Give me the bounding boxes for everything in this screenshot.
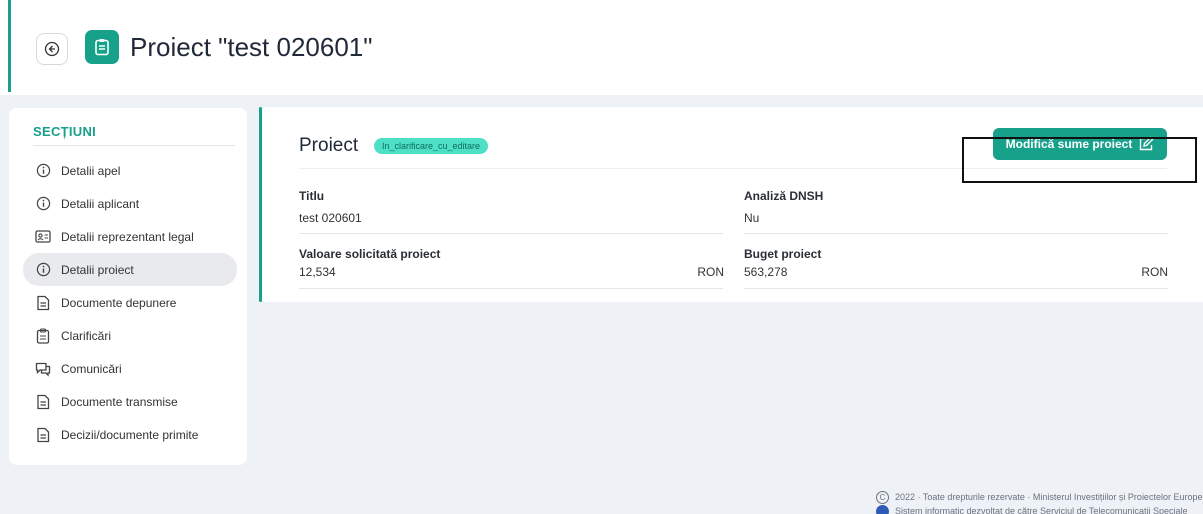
project-card: Proiect In_clarificare_cu_editare Modifi… xyxy=(259,107,1203,302)
info-circle-icon xyxy=(35,163,51,179)
footer-credit: Sistem informatic dezvoltat de către Ser… xyxy=(895,506,1188,514)
page-footer: C 2022 · Toate drepturile rezervate · Mi… xyxy=(876,490,1203,514)
sidebar-item-label: Documente transmise xyxy=(61,394,178,409)
clipboard-icon xyxy=(85,30,119,64)
buget-value: 563,278 xyxy=(744,265,788,279)
field-divider xyxy=(744,288,1168,289)
sidebar-heading: SECȚIUNI xyxy=(33,124,97,139)
titlu-label: Titlu xyxy=(299,189,325,203)
sidebar-item-label: Detalii reprezentant legal xyxy=(61,229,194,244)
page-title: Proiect "test 020601" xyxy=(130,32,373,62)
sidebar-item-detalii-proiect[interactable]: Detalii proiect xyxy=(23,253,237,286)
sidebar-item-label: Detalii apel xyxy=(61,163,121,178)
sidebar-item-detalii-aplicant[interactable]: Detalii aplicant xyxy=(23,187,237,220)
sidebar-item-label: Comunicări xyxy=(61,361,122,376)
footer-copyright: 2022 · Toate drepturile rezervate · Mini… xyxy=(895,492,1203,502)
sidebar-item-label: Clarificări xyxy=(61,328,112,343)
valoare-label: Valoare solicitată proiect xyxy=(299,247,441,261)
sts-logo-icon xyxy=(876,504,889,514)
valoare-value: 12,534 xyxy=(299,265,336,279)
card-accent-bar xyxy=(259,107,262,302)
sidebar-nav: Detalii apel Detalii aplicant Detalii re… xyxy=(23,154,237,451)
card-title: Proiect xyxy=(299,135,359,156)
sidebar-divider xyxy=(33,145,235,146)
chat-icon xyxy=(35,361,51,377)
titlu-value: test 020601 xyxy=(299,211,362,225)
sidebar-item-label: Decizii/documente primite xyxy=(61,427,199,442)
copyright-icon: C xyxy=(876,490,889,504)
sidebar-item-comunicari[interactable]: Comunicări xyxy=(23,352,237,385)
sections-sidebar: SECȚIUNI Detalii apel Detalii aplicant D… xyxy=(9,108,247,465)
sidebar-item-detalii-apel[interactable]: Detalii apel xyxy=(23,154,237,187)
sidebar-item-label: Documente depunere xyxy=(61,295,177,310)
document-icon xyxy=(35,295,51,311)
info-circle-icon xyxy=(35,196,51,212)
document-icon xyxy=(35,427,51,443)
info-circle-icon xyxy=(35,262,51,278)
header-accent-bar xyxy=(8,0,11,92)
document-icon xyxy=(35,394,51,410)
back-button[interactable] xyxy=(36,33,68,65)
dnsh-label: Analiză DNSH xyxy=(744,189,824,203)
field-divider xyxy=(299,288,723,289)
sidebar-item-documente-transmise[interactable]: Documente transmise xyxy=(23,385,237,418)
valoare-unit: RON xyxy=(697,265,724,279)
status-badge: In_clarificare_cu_editare xyxy=(374,138,489,154)
buget-label: Buget proiect xyxy=(744,247,822,261)
sidebar-item-decizii-documente-primite[interactable]: Decizii/documente primite xyxy=(23,418,237,451)
dnsh-value: Nu xyxy=(744,211,760,225)
sidebar-item-detalii-reprezentant-legal[interactable]: Detalii reprezentant legal xyxy=(23,220,237,253)
sidebar-item-documente-depunere[interactable]: Documente depunere xyxy=(23,286,237,319)
clipboard-icon xyxy=(35,327,51,344)
field-divider xyxy=(744,233,1168,234)
field-divider xyxy=(299,233,723,234)
sidebar-item-label: Detalii aplicant xyxy=(61,196,140,211)
sidebar-item-clarificari[interactable]: Clarificări xyxy=(23,319,237,352)
id-card-icon xyxy=(35,229,51,245)
arrow-left-circle-icon xyxy=(44,41,60,57)
page-header: Proiect "test 020601" xyxy=(0,0,1203,95)
highlight-box xyxy=(962,137,1197,183)
buget-unit: RON xyxy=(1141,265,1168,279)
sidebar-item-label: Detalii proiect xyxy=(61,262,134,277)
